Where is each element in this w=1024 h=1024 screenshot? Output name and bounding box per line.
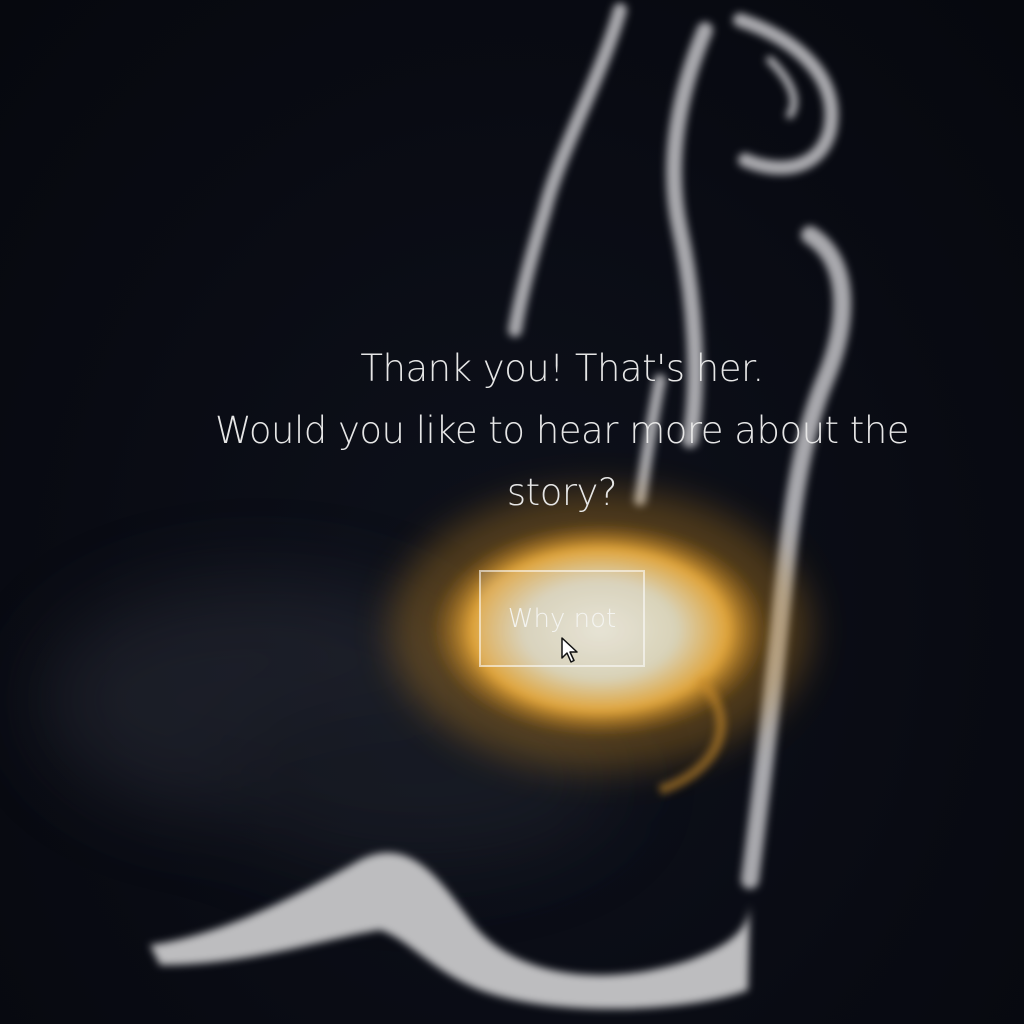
message-line-2: Would you like to hear more about the — [214, 409, 910, 452]
bottom-flowing-shape — [150, 852, 750, 1009]
message-line-3: story? — [506, 471, 618, 514]
why-not-button-label: Why not — [507, 603, 617, 634]
dialog-message: Thank you! That's her. Would you like to… — [150, 338, 974, 524]
message-line-1: Thank you! That's her. — [360, 347, 764, 390]
story-scene: Thank you! That's her. Would you like to… — [0, 0, 1024, 1024]
mouse-pointer-icon — [561, 637, 578, 663]
